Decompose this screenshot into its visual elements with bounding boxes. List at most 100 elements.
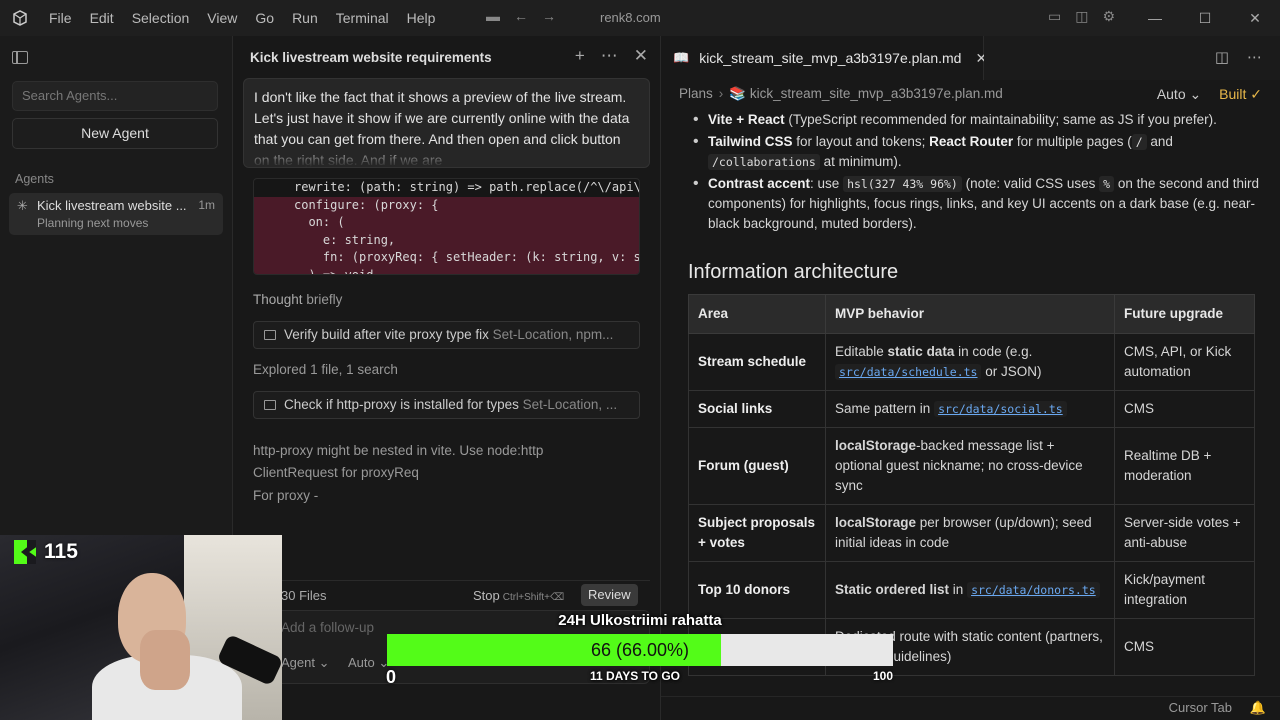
menu-bar: File Edit Selection View Go Run Terminal…	[40, 10, 444, 26]
thought-sub: briefly	[306, 292, 343, 307]
menu-go[interactable]: Go	[246, 10, 283, 26]
area-cell: Forum (guest)	[688, 427, 826, 505]
bell-icon[interactable]: 🔔	[1250, 700, 1266, 716]
menu-file[interactable]: File	[40, 10, 81, 26]
user-message[interactable]: I don't like the fact that it shows a pr…	[243, 78, 650, 168]
maximize-icon[interactable]: ☐	[1180, 0, 1230, 36]
built-status[interactable]: Built ✓	[1219, 86, 1262, 102]
code-line: on: (	[254, 214, 639, 232]
inline-code: hsl(327 43% 96%)	[843, 176, 962, 192]
text: in code (e.g.	[954, 344, 1033, 359]
agent-list-item[interactable]: ✳ Kick livestream website ... Planning n…	[9, 193, 223, 235]
text: or JSON)	[981, 364, 1042, 379]
stop-button[interactable]: Stop Ctrl+Shift+⌫	[473, 588, 564, 603]
file-link[interactable]: src/data/schedule.ts	[835, 364, 982, 380]
breadcrumb-plans[interactable]: Plans	[679, 86, 713, 101]
explored-label[interactable]: Explored 1 file, 1 search	[253, 362, 398, 377]
area-cell: Stream schedule	[688, 333, 826, 391]
terminal-icon	[264, 330, 276, 340]
agents-heading: Agents	[15, 172, 54, 186]
thought-label[interactable]: Thought briefly	[253, 292, 342, 307]
future-cell: Kick/payment integration	[1114, 561, 1255, 619]
editor-tab[interactable]: 📖 kick_stream_site_mvp_a3b3197e.plan.md …	[661, 36, 987, 80]
menu-help[interactable]: Help	[398, 10, 445, 26]
explored-sub: 1 file, 1 search	[310, 362, 398, 377]
new-agent-button[interactable]: New Agent	[12, 118, 218, 149]
cursor-tab-status[interactable]: Cursor Tab	[1169, 700, 1232, 715]
mvp-cell: localStorage-backed message list + optio…	[825, 427, 1115, 505]
search-agents-input[interactable]: Search Agents...	[12, 81, 218, 111]
chat-title: Kick livestream website requirements	[250, 50, 492, 65]
more-icon[interactable]: ⋯	[601, 46, 618, 66]
follower-badge: 115	[14, 540, 78, 564]
list-item: Contrast accent: use hsl(327 43% 96%) (n…	[681, 174, 1271, 234]
terminal-tool-call[interactable]: Verify build after vite proxy type fix S…	[253, 321, 640, 349]
review-button[interactable]: Review	[581, 584, 638, 606]
section-heading: Information architecture	[688, 261, 899, 283]
mvp-cell: Editable static data in code (e.g. src/d…	[825, 333, 1115, 391]
person-hand	[140, 630, 190, 690]
more-icon[interactable]: ⋯	[1247, 48, 1262, 66]
goal-title: 24H Ulkostriimi rahatta	[558, 612, 722, 629]
plan-status: Auto ⌄ Built ✓	[1156, 86, 1262, 102]
split-editor-icon[interactable]: ◫	[1215, 48, 1229, 66]
tab-filename: kick_stream_site_mvp_a3b3197e.plan.md	[699, 50, 962, 66]
tool-title: Check if http-proxy is installed for typ…	[284, 397, 519, 412]
files-changed-label[interactable]: 30 Files	[281, 588, 327, 603]
goal-progress-bar: 66 (66.00%)	[387, 634, 893, 666]
close-icon[interactable]: ✕	[634, 46, 648, 66]
sidebar-toggle-icon[interactable]	[12, 51, 28, 64]
toggle-panel-icon[interactable]: ▭	[1048, 8, 1061, 25]
goal-max: 100	[873, 669, 894, 683]
forward-arrow-icon[interactable]: →	[542, 8, 556, 24]
menu-terminal[interactable]: Terminal	[327, 10, 398, 26]
tool-sub: Set-Location, npm...	[492, 327, 614, 342]
chat-icon[interactable]: ▬	[486, 8, 500, 24]
future-cell: CMS	[1114, 390, 1255, 428]
menu-edit[interactable]: Edit	[81, 10, 123, 26]
menu-run[interactable]: Run	[283, 10, 327, 26]
file-link[interactable]: src/data/social.ts	[934, 401, 1067, 417]
agent-mode-select[interactable]: Agent ⌄	[281, 655, 329, 671]
close-window-icon[interactable]: ✕	[1230, 0, 1280, 36]
code-line: ) => void	[254, 266, 639, 274]
settings-gear-icon[interactable]: ⚙	[1102, 8, 1115, 25]
code-line: fn: (proxyReq: { setHeader: (k: string, …	[254, 249, 639, 267]
kick-logo-icon	[14, 540, 36, 564]
future-cell: Realtime DB + moderation	[1114, 427, 1255, 505]
menu-view[interactable]: View	[198, 10, 246, 26]
breadcrumb-file[interactable]: kick_stream_site_mvp_a3b3197e.plan.md	[750, 86, 1003, 101]
file-link[interactable]: src/data/donors.ts	[967, 582, 1100, 598]
thought-title: Thought	[253, 292, 303, 307]
bold-text: Tailwind CSS	[708, 134, 793, 149]
agent-time: 1m	[198, 198, 215, 212]
mvp-cell: Same pattern in src/data/social.ts	[825, 390, 1115, 428]
auto-mode-select[interactable]: Auto	[1157, 86, 1186, 102]
minimize-icon[interactable]: —	[1130, 0, 1180, 36]
tool-sub: Set-Location, ...	[522, 397, 618, 412]
layout-icons: ▭ ◫ ⚙	[1048, 8, 1115, 25]
toggle-sidebar-icon[interactable]: ◫	[1075, 8, 1088, 25]
model-select[interactable]: Auto ⌄	[348, 655, 389, 671]
bold-text: localStorage	[835, 515, 917, 530]
followup-placeholder: Add a follow-up	[281, 620, 375, 635]
text: for layout and tokens;	[792, 134, 930, 149]
column-header: MVP behavior	[825, 294, 1115, 334]
goal-days-left: 11 DAYS TO GO	[589, 669, 681, 683]
code-line: rewrite: (path: string) => path.replace(…	[294, 180, 640, 194]
back-arrow-icon[interactable]: ←	[514, 8, 528, 24]
table-row: Subject proposals + votes localStorage pe…	[688, 504, 1255, 562]
cursor-logo-icon	[0, 10, 40, 26]
text: and	[1146, 134, 1173, 149]
add-icon[interactable]: +	[575, 46, 585, 66]
code-diff-block: rewrite: (path: string) => path.replace(…	[253, 178, 640, 275]
assistant-thinking-text: For proxy -	[253, 488, 319, 503]
mvp-cell: localStorage per browser (up/down); seed…	[825, 504, 1115, 562]
column-header: Area	[688, 294, 826, 334]
bold-text: Contrast accent	[708, 176, 811, 191]
menu-selection[interactable]: Selection	[123, 10, 199, 26]
terminal-tool-call[interactable]: Check if http-proxy is installed for typ…	[253, 391, 640, 419]
area-cell: Social links	[688, 390, 826, 428]
window-title: renk8.com	[600, 10, 661, 25]
table-row: Stream schedule Editable static data in c…	[688, 333, 1255, 391]
